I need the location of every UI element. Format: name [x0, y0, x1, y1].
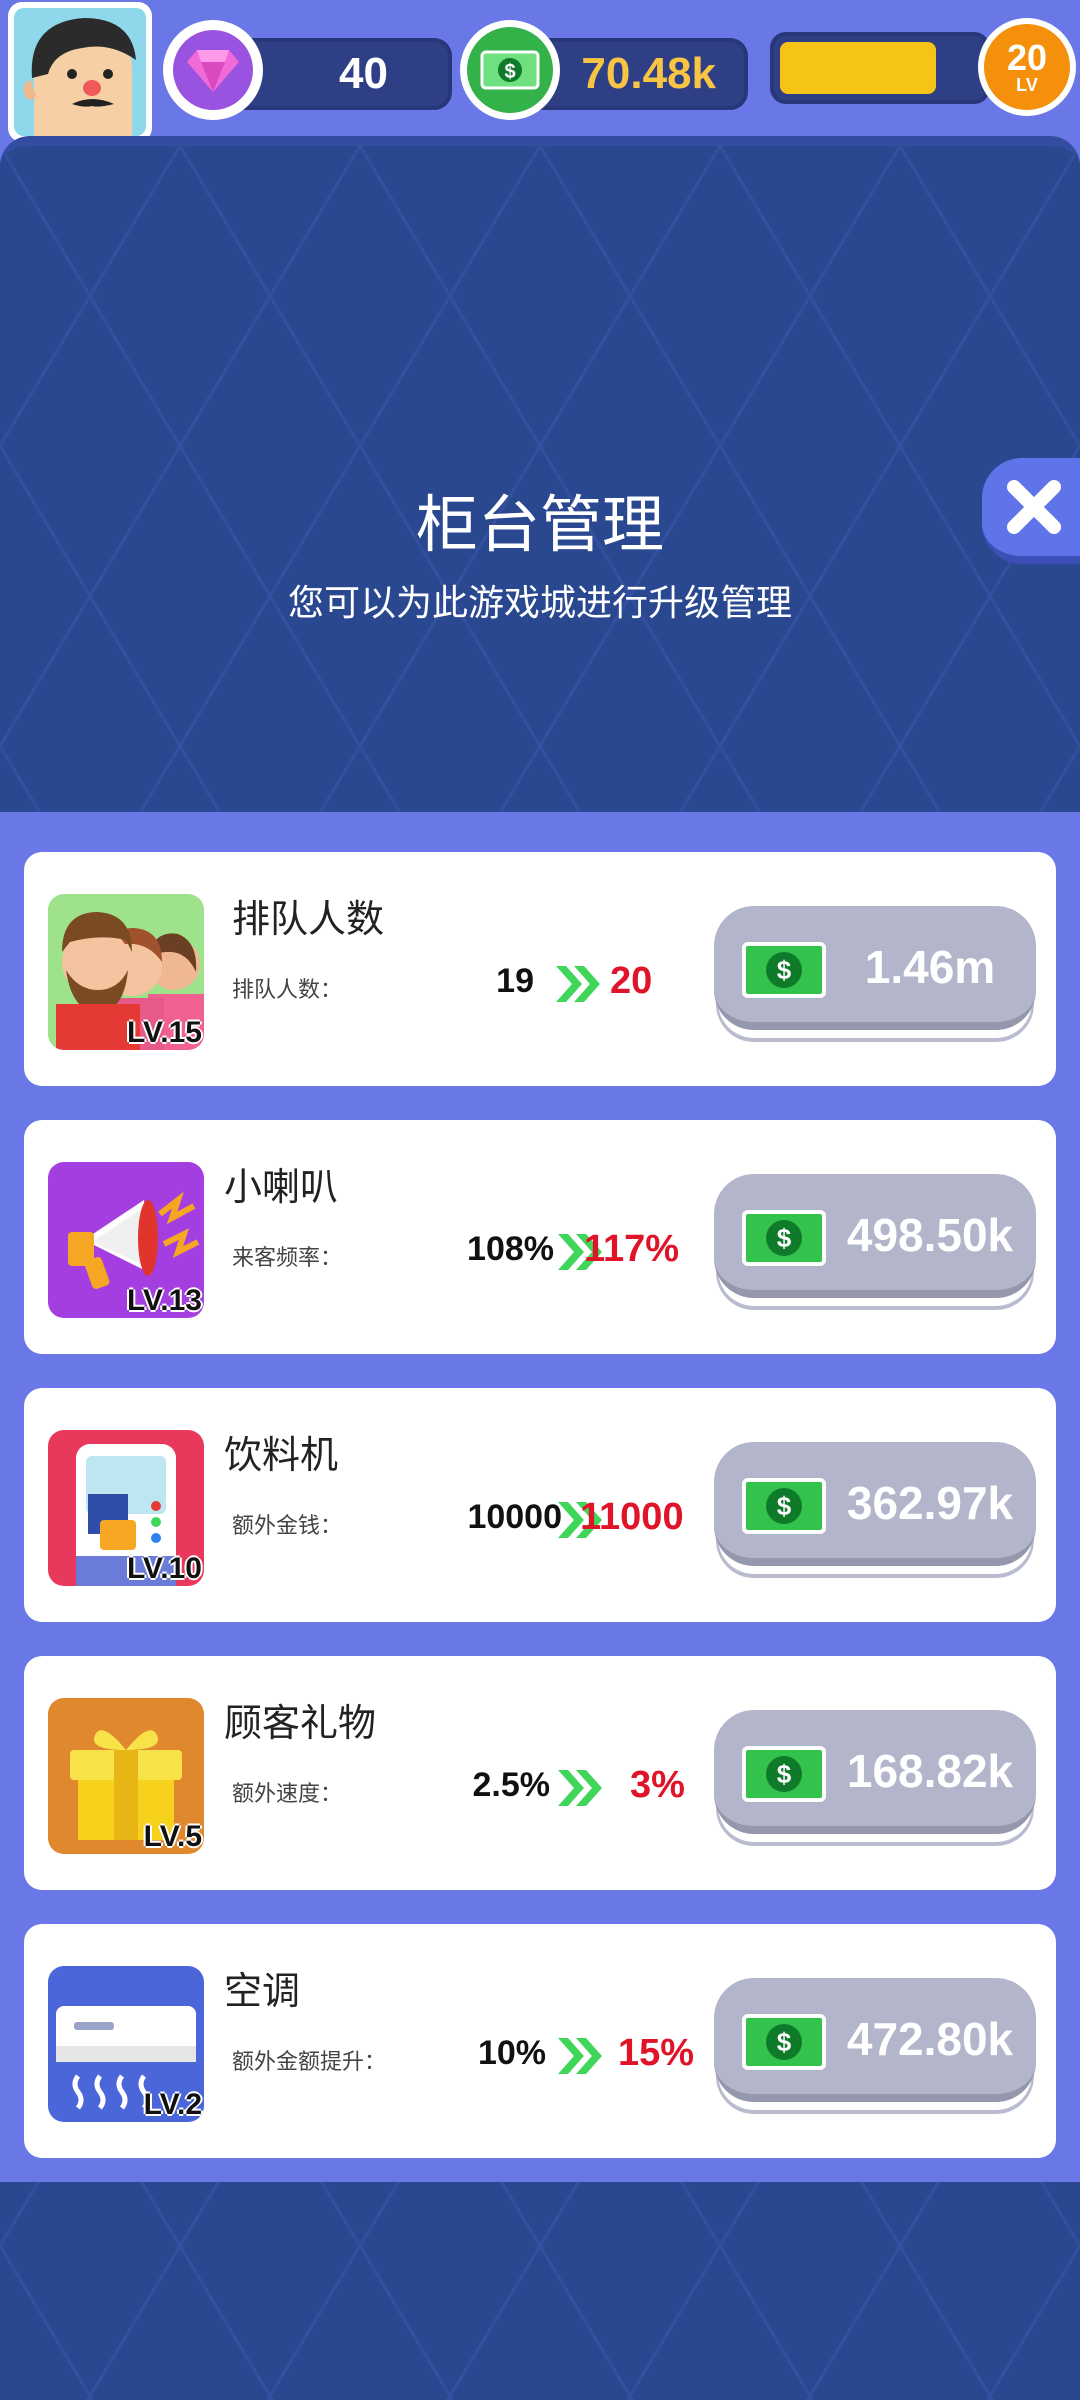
cash-icon: $ — [460, 20, 560, 120]
stat-label: 额外速度： — [232, 1782, 343, 1807]
cash-amount: 70.48k — [581, 49, 716, 98]
svg-text:$: $ — [504, 61, 515, 83]
stat-upgraded: 15% — [618, 2032, 695, 2074]
upgrade-button[interactable]: $ 168.82k — [714, 1710, 1036, 1834]
level-label: LV — [1016, 75, 1038, 95]
upgrade-list: LV.15 排队人数 排队人数： 19 20 $ 1.46m LV.13 小喇叭… — [0, 812, 1080, 2182]
item-name: 空调 — [224, 1969, 301, 2013]
upgrade-card-megaphone: LV.13 小喇叭 来客频率： 108% 117% $ 498.50k — [24, 1120, 1056, 1354]
stat-upgraded: 20 — [610, 960, 653, 1002]
upgrade-button[interactable]: $ 498.50k — [714, 1174, 1036, 1298]
xp-progress-bar — [770, 32, 990, 104]
item-name: 饮料机 — [224, 1433, 339, 1477]
stat-label: 来客频率： — [232, 1246, 343, 1271]
close-button[interactable] — [982, 458, 1080, 564]
gift-box-icon: LV.5 — [48, 1698, 204, 1854]
stat-upgraded: 3% — [630, 1764, 685, 1806]
cash-bill-icon: $ — [742, 1478, 826, 1534]
drink-machine-icon: LV.10 — [48, 1430, 204, 1586]
upgrade-card-queue: LV.15 排队人数 排队人数： 19 20 $ 1.46m — [24, 852, 1056, 1086]
upgrade-card-drink-machine: LV.10 饮料机 额外金钱： 10000 11000 $ 362.97k — [24, 1388, 1056, 1622]
stat-current: 10000 — [467, 1498, 562, 1536]
stat-current: 2.5% — [472, 1766, 551, 1804]
stat-current: 10% — [477, 2034, 546, 2072]
upgrade-price: 1.46m — [864, 941, 996, 993]
upgrade-card-gift: LV.5 顾客礼物 额外速度： 2.5% 3% $ 168.82k — [24, 1656, 1056, 1890]
item-name: 顾客礼物 — [224, 1701, 377, 1745]
xp-progress-fill — [780, 42, 936, 94]
upgrade-price: 168.82k — [846, 1745, 1014, 1797]
stat-upgraded: 117% — [584, 1228, 680, 1270]
stat-label: 排队人数： — [232, 978, 343, 1003]
stat-label: 额外金额提升： — [232, 2050, 387, 2075]
player-avatar[interactable] — [8, 2, 152, 142]
cash-bill-icon: $ — [742, 1746, 826, 1802]
item-level: LV.2 — [143, 2088, 202, 2121]
stat-current: 108% — [467, 1230, 554, 1268]
close-icon — [1007, 480, 1061, 534]
item-name: 排队人数 — [232, 897, 385, 941]
megaphone-icon: LV.13 — [48, 1162, 204, 1318]
double-chevron-icon — [558, 2038, 602, 2074]
upgrade-price: 498.50k — [846, 1209, 1014, 1261]
avatar-face-icon — [14, 8, 146, 136]
item-name: 小喇叭 — [224, 1165, 339, 1209]
air-conditioner-icon: LV.2 — [48, 1966, 204, 2122]
cash-bill-icon: $ — [742, 1210, 826, 1266]
item-level: LV.5 — [143, 1820, 202, 1853]
upgrade-button[interactable]: $ 472.80k — [714, 1978, 1036, 2102]
stat-current: 19 — [496, 962, 534, 1000]
panel-title: 柜台管理 — [415, 488, 664, 561]
upgrade-price: 362.97k — [846, 1477, 1014, 1529]
counter-management-panel: 柜台管理 您可以为此游戏城进行升级管理 LV.15 排队人数 排队人数： 19 … — [0, 136, 1080, 2400]
top-hud: 40 70.48k $ 20 LV — [0, 0, 1080, 142]
double-chevron-icon — [556, 966, 600, 1002]
panel-header: 柜台管理 您可以为此游戏城进行升级管理 — [0, 146, 1080, 676]
double-chevron-icon — [558, 1770, 602, 1806]
upgrade-button[interactable]: $ 362.97k — [714, 1442, 1036, 1566]
cash-bill-icon: $ — [742, 942, 826, 998]
upgrade-button[interactable]: $ 1.46m — [714, 906, 1036, 1030]
gem-icon — [163, 20, 263, 120]
upgrade-card-air-conditioner: LV.2 空调 额外金额提升： 10% 15% $ 472.80k — [24, 1924, 1056, 2158]
item-level: LV.10 — [126, 1552, 202, 1585]
item-level: LV.15 — [126, 1016, 202, 1049]
stat-upgraded: 11000 — [580, 1496, 684, 1538]
panel-subtitle: 您可以为此游戏城进行升级管理 — [287, 583, 792, 624]
level-badge[interactable]: 20 LV — [978, 18, 1076, 116]
level-number: 20 — [1006, 37, 1048, 78]
upgrade-price: 472.80k — [846, 2013, 1014, 2065]
cash-bill-icon: $ — [742, 2014, 826, 2070]
people-queue-icon: LV.15 — [48, 894, 204, 1050]
gem-count: 40 — [339, 49, 388, 98]
item-level: LV.13 — [126, 1284, 202, 1317]
stat-label: 额外金钱： — [232, 1514, 343, 1539]
